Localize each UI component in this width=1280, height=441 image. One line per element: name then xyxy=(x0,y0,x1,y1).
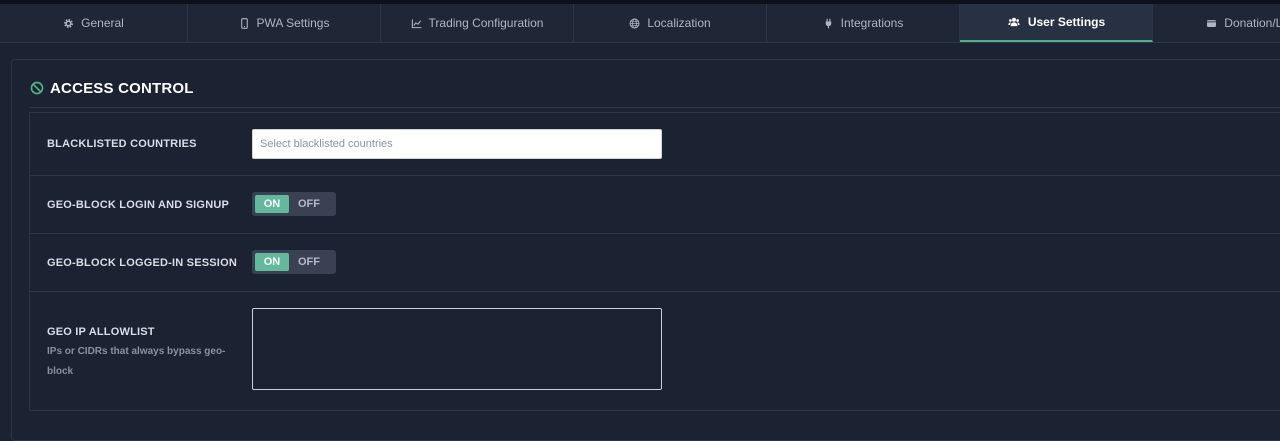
users-icon xyxy=(1008,17,1020,27)
chart-line-icon xyxy=(411,18,421,28)
tab-label: PWA Settings xyxy=(256,16,330,30)
tab-user-settings[interactable]: User Settings xyxy=(960,4,1153,42)
toggle-off-option[interactable]: OFF xyxy=(289,195,329,213)
geo-block-session-toggle[interactable]: ON OFF xyxy=(252,250,336,274)
row-geo-ip-allowlist: GEO IP ALLOWLIST IPs or CIDRs that alway… xyxy=(30,292,1280,410)
gear-icon xyxy=(64,18,74,28)
access-control-panel: ACCESS CONTROL BLACKLISTED COUNTRIES Sel… xyxy=(11,59,1280,441)
tab-label: Trading Configuration xyxy=(428,16,544,30)
plug-icon xyxy=(825,18,831,28)
section-title: ACCESS CONTROL xyxy=(50,79,194,97)
geo-ip-allowlist-label: GEO IP ALLOWLIST xyxy=(47,326,155,338)
tab-label: General xyxy=(81,16,124,30)
blacklisted-countries-label: BLACKLISTED COUNTRIES xyxy=(47,138,197,150)
tab-donation-liquidity[interactable]: Donation/Liq xyxy=(1153,4,1280,42)
tab-label: User Settings xyxy=(1027,15,1106,29)
geo-block-login-label: GEO-BLOCK LOGIN AND SIGNUP xyxy=(47,199,230,211)
select-placeholder: Select blacklisted countries xyxy=(260,138,393,150)
tab-label: Donation/Liq xyxy=(1224,16,1280,30)
section-header: ACCESS CONTROL xyxy=(30,78,194,98)
section-divider xyxy=(29,107,1280,108)
row-blacklisted-countries: BLACKLISTED COUNTRIES Select blacklisted… xyxy=(30,113,1280,176)
settings-rows: BLACKLISTED COUNTRIES Select blacklisted… xyxy=(29,112,1280,411)
globe-icon xyxy=(629,18,640,28)
toggle-on-option[interactable]: ON xyxy=(255,195,289,213)
blacklisted-countries-select[interactable]: Select blacklisted countries xyxy=(252,129,662,159)
geo-ip-allowlist-help: IPs or CIDRs that always bypass geo-bloc… xyxy=(47,346,226,377)
tab-trading-configuration[interactable]: Trading Configuration xyxy=(381,4,574,42)
mobile-icon xyxy=(240,17,248,29)
tab-label: Localization xyxy=(647,16,711,30)
row-geo-block-session: GEO-BLOCK LOGGED-IN SESSION ON OFF xyxy=(30,234,1280,292)
settings-tab-bar: General PWA Settings Trading Configurati… xyxy=(0,4,1280,43)
toggle-on-option[interactable]: ON xyxy=(255,253,289,271)
tab-integrations[interactable]: Integrations xyxy=(767,4,960,42)
tab-label: Integrations xyxy=(840,16,904,30)
ban-icon xyxy=(30,81,44,95)
tab-pwa-settings[interactable]: PWA Settings xyxy=(188,4,381,42)
wallet-icon xyxy=(1207,19,1217,27)
toggle-off-option[interactable]: OFF xyxy=(289,253,329,271)
geo-block-login-toggle[interactable]: ON OFF xyxy=(252,192,336,216)
geo-ip-allowlist-textarea[interactable] xyxy=(252,308,662,390)
tab-localization[interactable]: Localization xyxy=(574,4,767,42)
tab-general[interactable]: General xyxy=(0,4,188,42)
geo-block-session-label: GEO-BLOCK LOGGED-IN SESSION xyxy=(47,257,237,269)
row-geo-block-login: GEO-BLOCK LOGIN AND SIGNUP ON OFF xyxy=(30,176,1280,234)
